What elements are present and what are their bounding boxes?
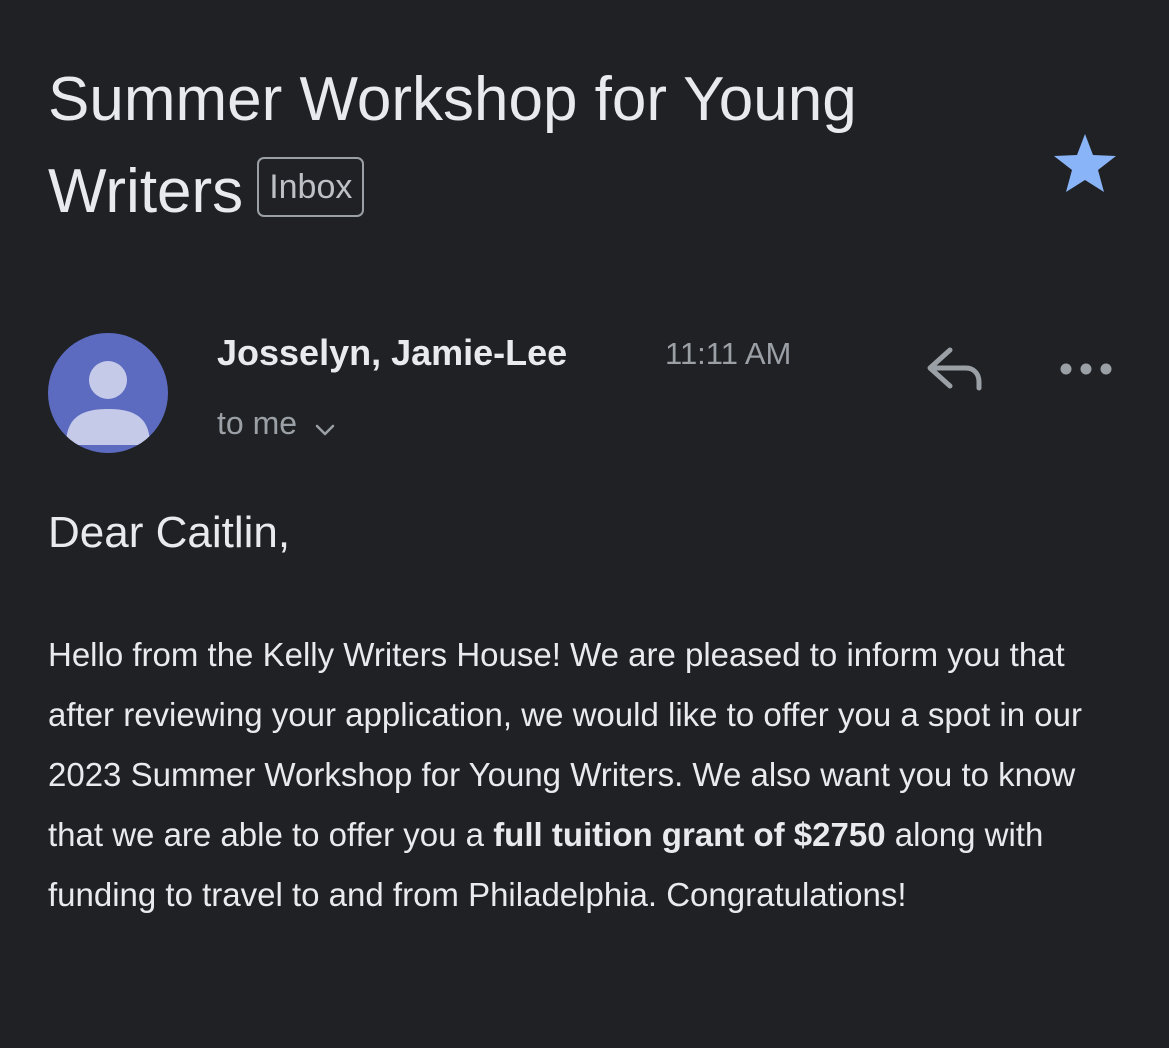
inbox-label-chip[interactable]: Inbox xyxy=(257,157,365,217)
recipients-text: to me xyxy=(217,405,298,441)
email-greeting: Dear Caitlin, xyxy=(48,508,291,557)
reply-icon[interactable] xyxy=(922,344,986,394)
recipients-toggle[interactable]: to me xyxy=(217,402,336,447)
chevron-down-icon xyxy=(314,405,336,447)
email-body: Hello from the Kelly Writers House! We a… xyxy=(48,625,1130,925)
more-horizontal-icon[interactable] xyxy=(1056,356,1116,382)
subject-text: Summer Workshop for Young Writers xyxy=(48,65,857,226)
star-icon[interactable] xyxy=(1052,132,1118,194)
email-time: 11:11 AM xyxy=(665,336,792,371)
sender-name[interactable]: Josselyn, Jamie-Lee xyxy=(217,330,567,376)
email-subject: Summer Workshop for Young Writers Inbox xyxy=(48,54,1008,238)
sender-avatar[interactable] xyxy=(48,333,168,453)
person-icon xyxy=(66,361,150,445)
body-text-bold: full tuition grant of $2750 xyxy=(493,816,886,853)
